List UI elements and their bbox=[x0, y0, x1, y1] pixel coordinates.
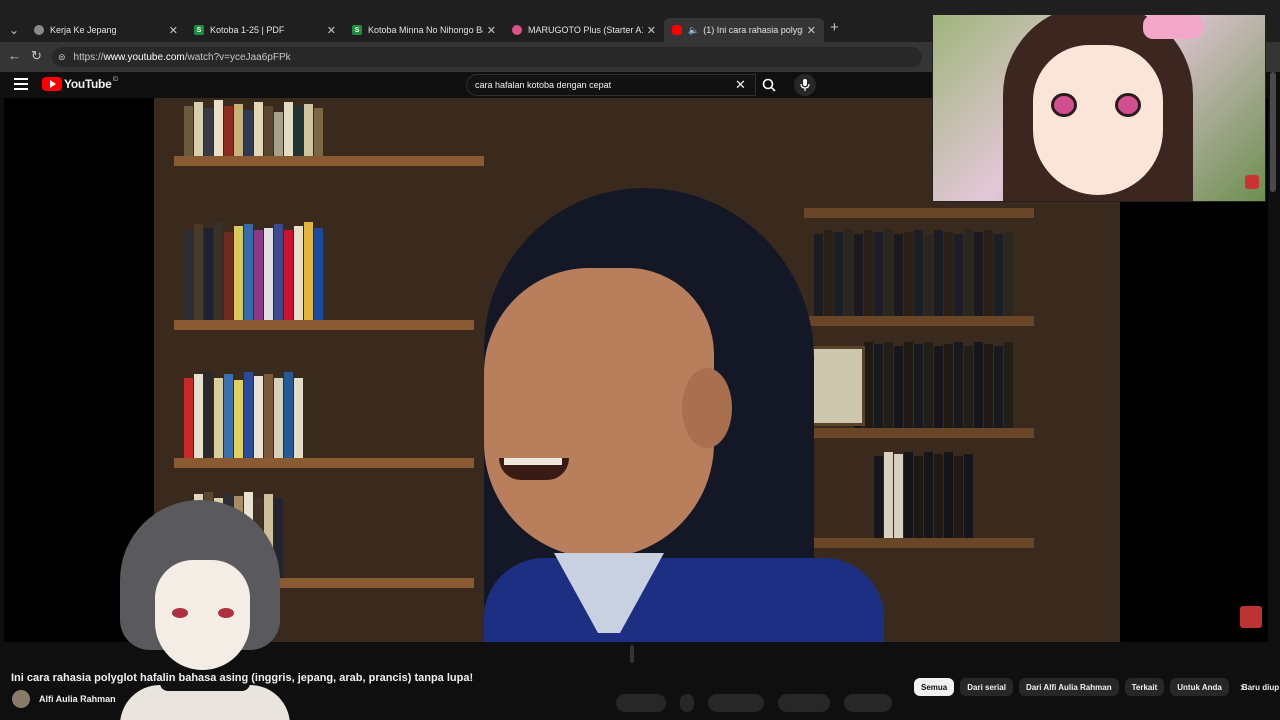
channel-watermark-icon[interactable] bbox=[1240, 606, 1262, 628]
chevron-right-icon[interactable]: › bbox=[1240, 680, 1244, 694]
vtuber-overlay bbox=[100, 490, 300, 720]
url-path: /watch?v=yceJaa6pFPk bbox=[184, 51, 291, 63]
new-tab-icon[interactable]: + bbox=[830, 19, 839, 36]
like-button[interactable] bbox=[616, 694, 666, 712]
screen: ⌄ Kerja Ke Jepang ✕ S Kotoba 1-25 | PDF … bbox=[0, 0, 1280, 720]
youtube-play-icon bbox=[42, 77, 62, 91]
logo-text: YouTube bbox=[64, 77, 112, 91]
logo-country: ID bbox=[112, 77, 119, 83]
books bbox=[854, 338, 1014, 428]
url-host: www.youtube.com bbox=[103, 51, 185, 63]
person-face bbox=[484, 268, 714, 558]
anime-eye bbox=[1115, 93, 1141, 117]
sheets-icon: S bbox=[352, 25, 362, 35]
player-drag-handle[interactable] bbox=[630, 645, 634, 663]
save-button[interactable] bbox=[844, 694, 892, 712]
bookshelf bbox=[804, 208, 1034, 218]
chip-all[interactable]: Semua bbox=[914, 678, 955, 696]
close-icon[interactable]: ✕ bbox=[327, 24, 336, 37]
channel-name[interactable]: Alfi Aulia Rahman bbox=[39, 694, 116, 704]
close-icon[interactable]: ✕ bbox=[487, 24, 496, 37]
close-icon[interactable]: ✕ bbox=[647, 24, 656, 37]
vtuber-eye bbox=[172, 608, 188, 618]
menu-icon[interactable] bbox=[14, 78, 28, 90]
search-button[interactable] bbox=[754, 74, 784, 96]
books bbox=[184, 218, 324, 320]
tab-title: MARUGOTO Plus (Starter A1) bbox=[528, 25, 643, 35]
channel-info[interactable]: Alfi Aulia Rahman bbox=[12, 690, 116, 708]
tab-title: Kerja Ke Jepang bbox=[50, 25, 117, 35]
bookshelf bbox=[804, 538, 1034, 548]
books bbox=[874, 448, 974, 538]
video-title: Ini cara rahasia polyglot hafalin bahasa… bbox=[11, 672, 474, 684]
voice-search-button[interactable] bbox=[794, 74, 816, 96]
bookshelf bbox=[174, 320, 474, 330]
url-scheme: https:// bbox=[73, 51, 104, 63]
youtube-logo[interactable]: YouTube ID bbox=[42, 77, 118, 91]
tab-kerja-ke-jepang[interactable]: Kerja Ke Jepang ✕ bbox=[26, 18, 186, 42]
bookshelf bbox=[174, 156, 484, 166]
bookshelf bbox=[804, 428, 1034, 438]
anime-face bbox=[1033, 45, 1163, 195]
chip-channel[interactable]: Dari Alfi Aulia Rahman bbox=[1018, 678, 1119, 696]
search-icon bbox=[762, 78, 776, 92]
tab-title: (1) Ini cara rahasia polyglot ha bbox=[703, 25, 803, 35]
globe-icon bbox=[34, 25, 44, 35]
tab-title: Kotoba 1-25 | PDF bbox=[210, 25, 285, 35]
channel-avatar[interactable] bbox=[12, 690, 30, 708]
search-value: cara hafalan kotoba dengan cepat bbox=[475, 80, 612, 90]
vtuber-eye bbox=[218, 608, 234, 618]
books bbox=[814, 226, 1014, 316]
books bbox=[184, 368, 304, 458]
bookshelf bbox=[804, 316, 1034, 326]
tab-title: Kotoba Minna No Nihongo Bab 1 bbox=[368, 25, 483, 35]
close-icon[interactable]: ✕ bbox=[807, 24, 816, 37]
site-info-icon[interactable]: ⊜ bbox=[58, 52, 66, 63]
chip-series[interactable]: Dari serial bbox=[960, 678, 1013, 696]
close-icon[interactable]: ✕ bbox=[169, 24, 178, 37]
anime-eye bbox=[1051, 93, 1077, 117]
video-actions bbox=[616, 694, 892, 712]
filter-chips: Semua Dari serial Dari Alfi Aulia Rahman… bbox=[914, 678, 1279, 696]
picture-frame bbox=[809, 346, 865, 426]
clear-icon[interactable]: ✕ bbox=[735, 77, 746, 93]
chip-for-you[interactable]: Untuk Anda bbox=[1170, 678, 1229, 696]
back-arrow-icon[interactable]: ← bbox=[8, 48, 21, 63]
person-shirt bbox=[484, 558, 884, 642]
tab-marugoto[interactable]: MARUGOTO Plus (Starter A1) ✕ bbox=[504, 18, 664, 42]
dislike-button[interactable] bbox=[680, 694, 694, 712]
tab-youtube-active[interactable]: 🔈 (1) Ini cara rahasia polyglot ha ✕ bbox=[664, 18, 824, 42]
anime-overlay-top bbox=[932, 14, 1266, 202]
tab-search-icon[interactable]: ⌄ bbox=[4, 20, 24, 40]
anime-ribbon bbox=[1143, 15, 1203, 39]
reload-icon[interactable]: ↻ bbox=[31, 48, 42, 64]
search-input[interactable]: cara hafalan kotoba dengan cepat bbox=[466, 74, 756, 96]
person-ear bbox=[682, 368, 732, 448]
tab-kotoba-minna[interactable]: S Kotoba Minna No Nihongo Bab 1 ✕ bbox=[344, 18, 504, 42]
share-button[interactable] bbox=[708, 694, 764, 712]
speaker-icon[interactable]: 🔈 bbox=[688, 25, 699, 36]
youtube-badge-icon bbox=[1245, 175, 1259, 189]
sheets-icon: S bbox=[194, 25, 204, 35]
vtuber-face bbox=[155, 560, 250, 670]
microphone-icon bbox=[800, 79, 810, 91]
books bbox=[184, 98, 324, 156]
tab-kotoba-pdf[interactable]: S Kotoba 1-25 | PDF ✕ bbox=[186, 18, 344, 42]
chip-related[interactable]: Terkait bbox=[1124, 678, 1165, 696]
marugoto-icon bbox=[512, 25, 522, 35]
bookshelf bbox=[174, 458, 474, 468]
address-bar[interactable]: ⊜ https:// www.youtube.com /watch?v=yceJ… bbox=[52, 47, 922, 67]
page-scrollbar[interactable] bbox=[1270, 72, 1276, 192]
person-teeth bbox=[504, 458, 562, 465]
youtube-icon bbox=[672, 25, 682, 35]
download-button[interactable] bbox=[778, 694, 830, 712]
